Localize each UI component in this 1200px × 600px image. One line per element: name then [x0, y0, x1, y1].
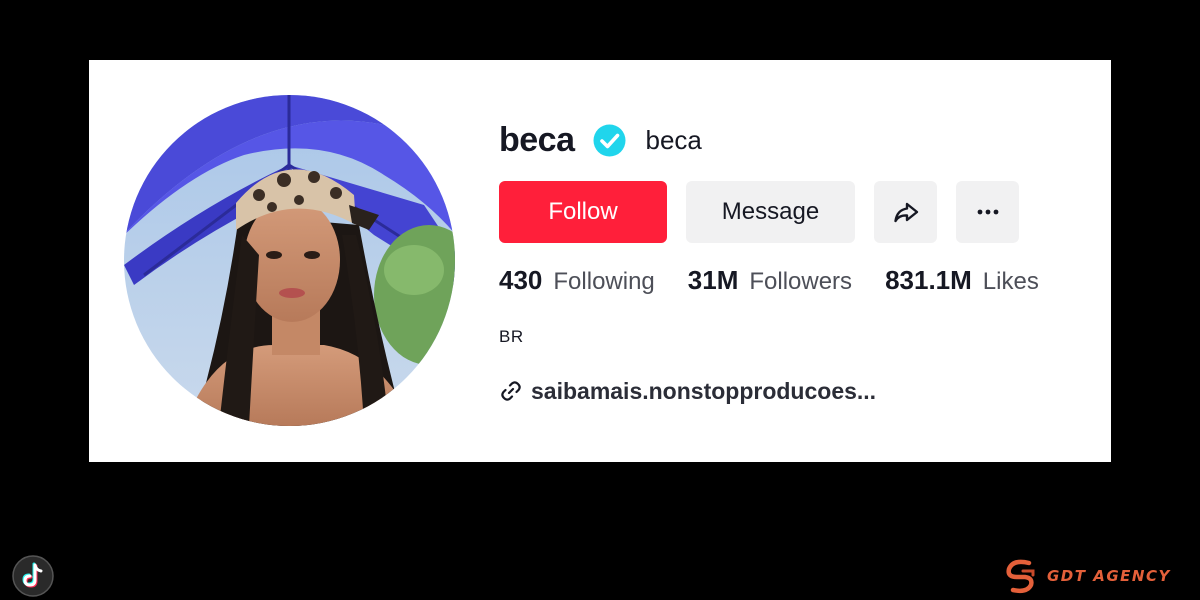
- stat-label: Likes: [982, 267, 1039, 295]
- share-button[interactable]: [874, 181, 937, 243]
- stat-followers[interactable]: 31M Followers: [688, 265, 852, 296]
- stat-following[interactable]: 430 Following: [499, 265, 655, 296]
- stat-value: 430: [499, 264, 543, 295]
- tiktok-icon: [12, 555, 54, 597]
- message-button[interactable]: Message: [686, 181, 855, 243]
- gdt-agency-icon: [1006, 559, 1035, 594]
- more-options-button[interactable]: [956, 181, 1019, 243]
- stat-value: 31M: [687, 264, 739, 295]
- nickname: beca: [645, 124, 702, 155]
- stat-likes: 831.1M Likes: [885, 265, 1039, 296]
- action-buttons: Follow Message: [499, 181, 1019, 243]
- stat-label: Followers: [749, 267, 853, 295]
- name-row: beca beca: [499, 118, 702, 162]
- share-arrow-icon: [893, 202, 918, 223]
- verified-badge-icon: [593, 124, 626, 157]
- follow-button[interactable]: Follow: [499, 181, 667, 243]
- bio-link[interactable]: saibamais.nonstopproducoes...: [499, 374, 876, 408]
- profile-header-card: beca beca Follow Message 430 Following 3…: [89, 60, 1111, 462]
- avatar-photo: [124, 95, 455, 426]
- link-icon: [501, 381, 521, 401]
- username: beca: [499, 120, 575, 159]
- profile-bio: BR: [499, 327, 524, 346]
- watermark-text: GDT AGENCY: [1047, 567, 1171, 585]
- gdt-agency-logo: GDT AGENCY: [1003, 556, 1171, 596]
- profile-info: beca beca Follow Message 430 Following 3…: [499, 60, 1099, 462]
- stat-label: Following: [553, 267, 655, 295]
- more-horizontal-icon: [977, 209, 998, 215]
- profile-avatar[interactable]: [124, 95, 455, 426]
- stat-value: 831.1M: [885, 264, 972, 295]
- bio-link-text: saibamais.nonstopproducoes...: [531, 377, 877, 404]
- profile-stats: 430 Following 31M Followers 831.1M Likes: [499, 260, 1072, 300]
- screenshot-canvas: beca beca Follow Message 430 Following 3…: [0, 0, 1200, 600]
